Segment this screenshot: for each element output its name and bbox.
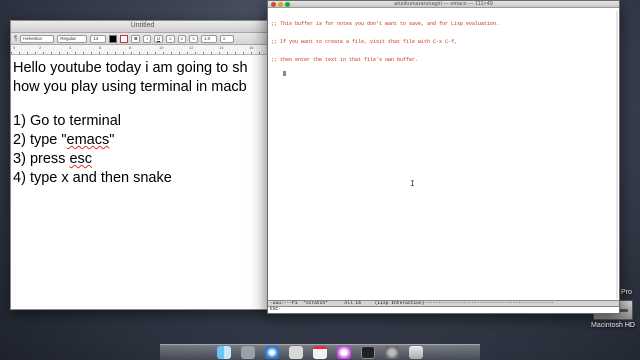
step-item: 3) press esc	[13, 151, 93, 167]
emacs-minibuffer[interactable]: ESC-	[270, 307, 281, 313]
dock-calendar-icon[interactable]	[313, 346, 327, 359]
emacs-modeline: -uuu:---F1 *scratch* All L5 (Lisp Intera…	[268, 300, 619, 307]
text-color-swatch[interactable]	[109, 34, 118, 43]
ruler[interactable]: 0 2 4 6 8 10 12 14 16	[11, 45, 274, 55]
align-center-button[interactable]: ≡	[177, 34, 187, 43]
dock-terminal-icon[interactable]	[361, 346, 375, 359]
ruler-number: 0	[13, 45, 16, 50]
document-line: how you play using terminal in macb	[13, 79, 247, 95]
italic-button[interactable]: I	[143, 34, 151, 43]
dock-mail-icon[interactable]	[289, 346, 303, 359]
highlight-color-swatch[interactable]	[120, 34, 129, 43]
ruler-number: 16	[249, 45, 254, 50]
terminal-titlebar[interactable]: arunkumararunagiri — emacs — 111×49	[268, 1, 619, 8]
paragraph-style-icon[interactable]: ¶	[14, 36, 17, 42]
ruler-number: 12	[189, 45, 194, 50]
dock-finder-icon[interactable]	[217, 346, 231, 359]
font-size-select[interactable]: 14	[90, 34, 107, 43]
align-right-button[interactable]: ≡	[189, 34, 198, 43]
ruler-number: 6	[99, 45, 102, 50]
step-item: 1) Go to terminal	[13, 113, 122, 129]
text-cursor	[283, 71, 287, 76]
list-style-select[interactable]: ≡	[219, 34, 234, 43]
terminal-title: arunkumararunagiri — emacs — 111×49	[394, 1, 493, 7]
ruler-number: 14	[219, 45, 224, 50]
underline-button[interactable]: U	[153, 34, 163, 43]
align-left-button[interactable]: ≡	[166, 34, 175, 43]
step-item: 4) type x and then snake	[13, 170, 172, 186]
dock-music-icon[interactable]	[337, 346, 351, 359]
scrollbar[interactable]	[616, 11, 618, 299]
document-line: Hello youtube today i am going to sh	[13, 60, 248, 76]
dock-launchpad-icon[interactable]	[241, 346, 255, 359]
buffer-line: ;; If you want to create a file, visit t…	[271, 39, 458, 45]
ruler-number: 4	[69, 45, 72, 50]
dock-trash-icon[interactable]	[409, 346, 423, 359]
misspelled-word: emacs	[66, 132, 110, 148]
dock	[160, 344, 480, 360]
typeface-select[interactable]: Regular	[57, 34, 88, 43]
font-family-select[interactable]: Helvetica	[20, 34, 55, 43]
terminal-window[interactable]: arunkumararunagiri — emacs — 111×49 ;; T…	[267, 0, 620, 314]
document-text-area[interactable]: Hello youtube today i am going to sh how…	[11, 55, 274, 188]
ibeam-cursor-icon: I	[410, 180, 415, 189]
dock-preferences-icon[interactable]	[385, 346, 399, 359]
ruler-number: 8	[129, 45, 132, 50]
buffer-line: ;; This buffer is for notes you don't wa…	[271, 21, 500, 27]
ruler-number: 2	[39, 45, 42, 50]
step-item: 2) type "emacs"	[13, 132, 115, 148]
line-spacing-select[interactable]: 1.0	[200, 34, 217, 43]
dock-safari-icon[interactable]	[265, 346, 279, 359]
textedit-window[interactable]: Untitled ¶ Helvetica Regular 14 B I U ≡ …	[10, 20, 275, 310]
emacs-buffer[interactable]: ;; This buffer is for notes you don't wa…	[271, 9, 616, 299]
bold-button[interactable]: B	[131, 34, 141, 43]
buffer-line: ;; then enter the text in that file's ow…	[271, 57, 419, 63]
hard-drive-label[interactable]: Macintosh HD	[586, 322, 640, 329]
ruler-number: 10	[159, 45, 164, 50]
textedit-titlebar[interactable]: Untitled	[11, 21, 274, 33]
format-toolbar: ¶ Helvetica Regular 14 B I U ≡ ≡ ≡ 1.0 ≡	[11, 33, 274, 45]
textedit-title: Untitled	[130, 22, 155, 29]
desktop-item-partial-label[interactable]: Pro	[621, 289, 632, 296]
misspelled-word: esc	[69, 151, 93, 167]
